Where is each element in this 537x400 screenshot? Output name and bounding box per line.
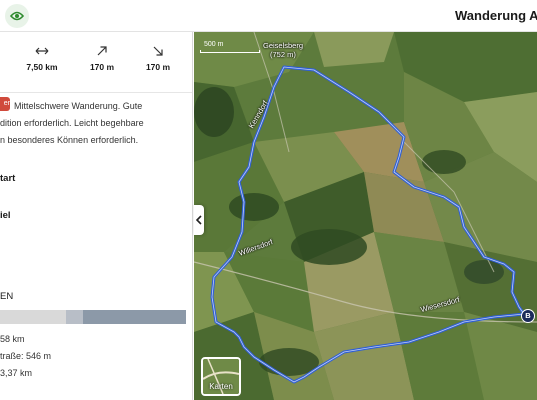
map-layer-label: Karten: [209, 382, 233, 391]
difficulty-line-3: n besonderes Können erforderlich.: [0, 135, 139, 145]
distance-arrows-icon: [35, 47, 49, 55]
start-label: tart: [0, 173, 16, 184]
chevron-left-icon: [196, 215, 202, 225]
eye-icon: [10, 11, 24, 21]
distance-value: 7,50 km: [26, 62, 58, 72]
difficulty-line-1: Mittelschwere Wanderung. Gute: [14, 101, 143, 111]
surface-bar: [0, 310, 186, 324]
descent-arrow-icon: [153, 46, 163, 56]
descent-value: 170 m: [145, 62, 171, 72]
finish-label: iel: [0, 210, 11, 221]
place-label: Geiselsberg: [263, 41, 304, 50]
map-view[interactable]: [194, 32, 537, 400]
surface-line-2: traße: 546 m: [0, 351, 52, 361]
scale-bar: [200, 50, 260, 53]
scale-label: 500 m: [204, 41, 224, 48]
stat-descent: 170 m: [128, 46, 188, 72]
surface-segment-3: [83, 310, 186, 324]
ascent-arrow-icon: [97, 46, 107, 56]
stat-ascent: 170 m: [72, 46, 132, 72]
tour-details-panel: 7,50 km 170 m 170 m er Mittelschwere Wan…: [0, 32, 193, 400]
difficulty-badge: er: [0, 97, 10, 111]
visibility-toggle-button[interactable]: [5, 4, 29, 28]
tour-stats: 7,50 km 170 m 170 m: [0, 46, 192, 86]
surface-line-1: 58 km: [0, 334, 25, 344]
tour-title: Wanderung Alte: [455, 8, 537, 23]
route-marker-b[interactable]: B: [521, 309, 535, 323]
divider: [0, 92, 192, 93]
stat-distance: 7,50 km: [12, 46, 72, 72]
top-bar: Wanderung Alte: [0, 0, 537, 32]
map-layer-button[interactable]: Karten: [201, 357, 241, 396]
surface-line-3: 3,37 km: [0, 368, 33, 378]
surface-segment-2: [66, 310, 83, 324]
surface-segment-1: [0, 310, 66, 324]
summit-label: (752 m): [270, 50, 296, 59]
surface-section-label: EN: [0, 291, 14, 302]
difficulty-line-2: dition erforderlich. Leicht begehbare: [0, 118, 144, 128]
ascent-value: 170 m: [89, 62, 115, 72]
satellite-map: [194, 32, 537, 400]
collapse-panel-button[interactable]: [194, 205, 204, 235]
